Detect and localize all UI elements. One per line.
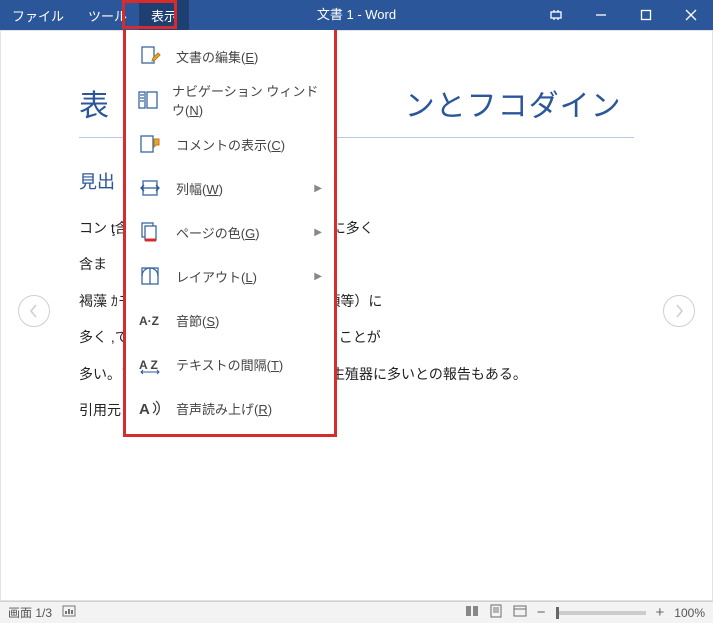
- menubar: ファイル ツール 表示: [0, 0, 189, 30]
- menu-item-label: 列幅(W): [176, 179, 223, 198]
- syllable-icon: A·Z: [136, 309, 164, 331]
- menu-item-page-color[interactable]: ページの色(G) ▶: [126, 210, 334, 254]
- menu-item-layout[interactable]: レイアウト(L) ▶: [126, 254, 334, 298]
- document-area: 表 示メニューフコイダ ンとフコダイン 見出 コン ţ含む）、モズクなど褐藻類の…: [0, 30, 713, 601]
- menu-item-label: 音声読み上げ(R): [176, 399, 272, 418]
- doc-edit-icon: [136, 45, 164, 67]
- close-icon[interactable]: [668, 0, 713, 30]
- menu-view[interactable]: 表示: [139, 0, 189, 30]
- menu-item-text-spacing[interactable]: A Z テキストの間隔(T): [126, 342, 334, 386]
- menu-item-label: 音節(S): [176, 311, 219, 330]
- title-fragment-right: ンとフコダイン: [405, 90, 622, 123]
- col-width-icon: [136, 177, 164, 199]
- print-layout-icon[interactable]: [489, 604, 503, 621]
- menu-item-label: ナビゲーション ウィンドウ(N): [172, 81, 324, 119]
- next-page-button[interactable]: [663, 295, 695, 327]
- zoom-out-button[interactable]: −: [537, 604, 546, 621]
- submenu-arrow-icon: ▶: [314, 183, 322, 194]
- text-spacing-icon: A Z: [136, 353, 164, 375]
- maximize-icon[interactable]: [623, 0, 668, 30]
- submenu-arrow-icon: ▶: [314, 271, 322, 282]
- macro-icon[interactable]: [62, 604, 76, 621]
- menu-item-read-aloud[interactable]: A 音声読み上げ(R): [126, 386, 334, 430]
- view-dropdown-menu: 文書の編集(E) ナビゲーション ウィンドウ(N) コメントの表示(C) 列幅(W) ▶…: [123, 30, 337, 437]
- submenu-arrow-icon: ▶: [314, 227, 322, 238]
- menu-item-comments[interactable]: コメントの表示(C): [126, 122, 334, 166]
- menu-item-syllable[interactable]: A·Z 音節(S): [126, 298, 334, 342]
- prev-page-button[interactable]: [18, 295, 50, 327]
- zoom-level[interactable]: 100%: [674, 606, 705, 620]
- menu-item-label: ページの色(G): [176, 223, 260, 242]
- zoom-slider[interactable]: [556, 611, 646, 615]
- focus-mode-icon[interactable]: [533, 0, 578, 30]
- read-aloud-icon: A: [136, 397, 164, 419]
- web-layout-icon[interactable]: [513, 604, 527, 621]
- nav-pane-icon: [136, 89, 160, 111]
- svg-text:A·Z: A·Z: [139, 314, 159, 328]
- minimize-icon[interactable]: [578, 0, 623, 30]
- menu-item-col-width[interactable]: 列幅(W) ▶: [126, 166, 334, 210]
- read-mode-icon[interactable]: [465, 604, 479, 621]
- titlebar: ファイル ツール 表示 文書 1 - Word: [0, 0, 713, 30]
- svg-text:A: A: [139, 401, 150, 418]
- menu-item-label: コメントの表示(C): [176, 135, 285, 154]
- svg-text:A Z: A Z: [139, 358, 158, 372]
- menu-item-label: 文書の編集(E): [176, 47, 258, 66]
- comments-icon: [136, 133, 164, 155]
- layout-icon: [136, 265, 164, 287]
- page-color-icon: [136, 221, 164, 243]
- menu-item-label: テキストの間隔(T): [176, 355, 283, 374]
- zoom-in-button[interactable]: +: [656, 604, 665, 621]
- menu-item-nav-pane[interactable]: ナビゲーション ウィンドウ(N): [126, 78, 334, 122]
- page-indicator[interactable]: 画面 1/3: [8, 604, 52, 621]
- menu-tools[interactable]: ツール: [76, 0, 139, 30]
- window-controls: [533, 0, 713, 30]
- title-fragment-left: 表: [79, 90, 110, 123]
- menu-item-doc-edit[interactable]: 文書の編集(E): [126, 34, 334, 78]
- menu-item-label: レイアウト(L): [176, 267, 257, 286]
- menu-file[interactable]: ファイル: [0, 0, 76, 30]
- statusbar: 画面 1/3 − + 100%: [0, 601, 713, 623]
